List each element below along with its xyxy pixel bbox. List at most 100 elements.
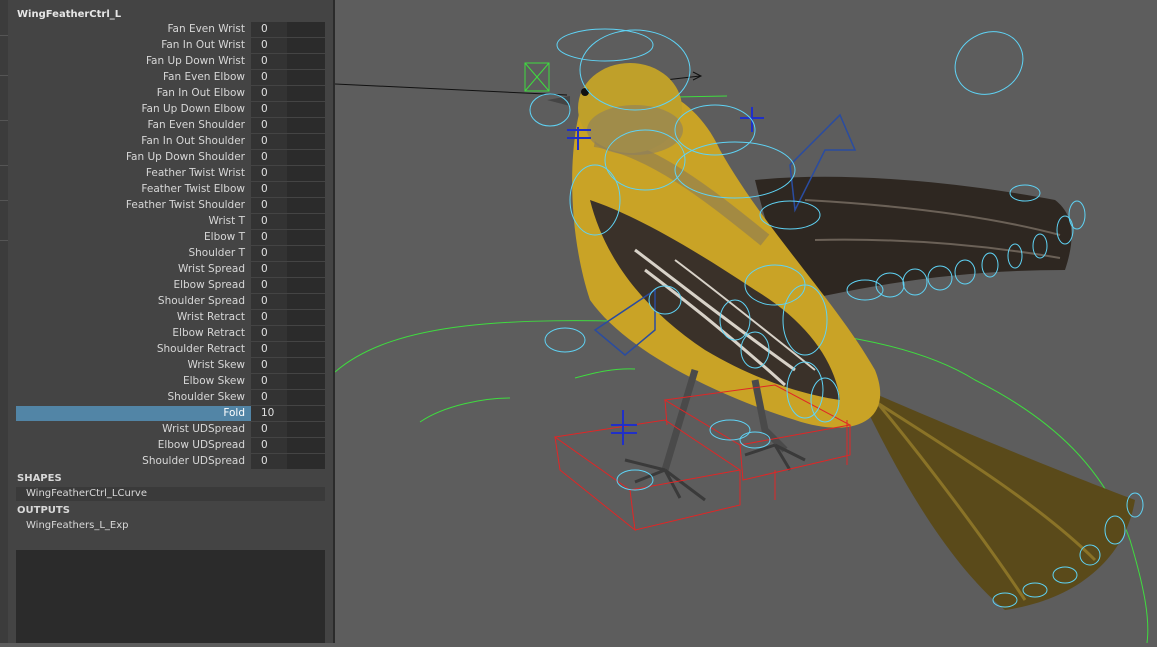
- attribute-value[interactable]: 0: [261, 55, 268, 67]
- attribute-label[interactable]: Feather Twist Shoulder: [126, 199, 245, 211]
- aim-line: [334, 83, 568, 96]
- attribute-value[interactable]: 0: [261, 263, 268, 275]
- outputs-node-item[interactable]: WingFeathers_L_Exp: [16, 519, 325, 533]
- attribute-row[interactable]: Fan In Out Shoulder 0: [8, 134, 333, 149]
- attribute-label[interactable]: Feather Twist Wrist: [146, 167, 245, 179]
- attribute-row[interactable]: Elbow Spread 0: [8, 278, 333, 293]
- attribute-label[interactable]: Fan In Out Shoulder: [141, 135, 245, 147]
- attribute-label[interactable]: Fan Up Down Wrist: [146, 55, 245, 67]
- attribute-label[interactable]: Elbow UDSpread: [158, 439, 245, 451]
- 3d-viewport[interactable]: [334, 0, 1157, 644]
- attribute-label[interactable]: Shoulder UDSpread: [142, 455, 245, 467]
- attribute-row[interactable]: Feather Twist Shoulder 0: [8, 198, 333, 213]
- attribute-value[interactable]: 0: [261, 119, 268, 131]
- attribute-value[interactable]: 0: [261, 71, 268, 83]
- attribute-label[interactable]: Shoulder Spread: [158, 295, 245, 307]
- shapes-node-label: WingFeatherCtrl_LCurve: [26, 488, 148, 499]
- ground-curve-small: [419, 397, 511, 423]
- attribute-label[interactable]: Fan Even Shoulder: [147, 119, 245, 131]
- attribute-value[interactable]: 0: [261, 359, 268, 371]
- attribute-row[interactable]: Fan Up Down Wrist 0: [8, 54, 333, 69]
- attribute-value[interactable]: 0: [261, 135, 268, 147]
- attribute-label[interactable]: Fan In Out Wrist: [161, 39, 245, 51]
- attribute-label[interactable]: Elbow Skew: [183, 375, 245, 387]
- attribute-label[interactable]: Fan Up Down Elbow: [141, 103, 245, 115]
- attribute-row[interactable]: Elbow UDSpread 0: [8, 438, 333, 453]
- attribute-label[interactable]: Wrist Spread: [178, 263, 245, 275]
- attribute-value[interactable]: 0: [261, 247, 268, 259]
- attribute-row[interactable]: Shoulder Skew 0: [8, 390, 333, 405]
- attribute-row[interactable]: Feather Twist Elbow 0: [8, 182, 333, 197]
- attribute-value[interactable]: 0: [261, 215, 268, 227]
- attribute-row[interactable]: Fan Up Down Elbow 0: [8, 102, 333, 117]
- attribute-row[interactable]: Wrist Spread 0: [8, 262, 333, 277]
- attribute-value[interactable]: 0: [261, 167, 268, 179]
- attribute-row[interactable]: Fan In Out Wrist 0: [8, 38, 333, 53]
- field-shade: [251, 150, 287, 165]
- attribute-row[interactable]: Elbow Skew 0: [8, 374, 333, 389]
- attribute-row[interactable]: Wrist Retract 0: [8, 310, 333, 325]
- attribute-label[interactable]: Shoulder T: [188, 247, 245, 259]
- attribute-row[interactable]: Fan Even Shoulder 0: [8, 118, 333, 133]
- attribute-row[interactable]: Wrist Skew 0: [8, 358, 333, 373]
- attribute-label[interactable]: Wrist UDSpread: [162, 423, 245, 435]
- attribute-value[interactable]: 0: [261, 151, 268, 163]
- field-shade: [251, 166, 287, 181]
- attribute-value[interactable]: 0: [261, 183, 268, 195]
- field-shade: [251, 86, 287, 101]
- attribute-value[interactable]: 0: [261, 231, 268, 243]
- attribute-value[interactable]: 0: [261, 375, 268, 387]
- attribute-value[interactable]: 0: [261, 103, 268, 115]
- shapes-heading: SHAPES: [17, 473, 62, 484]
- notes-box[interactable]: [16, 550, 325, 643]
- attribute-value[interactable]: 0: [261, 423, 268, 435]
- attribute-value[interactable]: 0: [261, 455, 268, 467]
- attribute-value[interactable]: 0: [261, 87, 268, 99]
- attribute-value[interactable]: 10: [261, 407, 274, 419]
- attribute-label[interactable]: Shoulder Retract: [157, 343, 245, 355]
- attribute-label[interactable]: Wrist Retract: [177, 311, 245, 323]
- attribute-label[interactable]: Fan Up Down Shoulder: [126, 151, 245, 163]
- attribute-value[interactable]: 0: [261, 295, 268, 307]
- attribute-label[interactable]: Fold: [223, 407, 245, 419]
- attribute-label[interactable]: Elbow T: [204, 231, 245, 243]
- attribute-value[interactable]: 0: [261, 391, 268, 403]
- attribute-value[interactable]: 0: [261, 39, 268, 51]
- attribute-value[interactable]: 0: [261, 311, 268, 323]
- attribute-row[interactable]: Fan In Out Elbow 0: [8, 86, 333, 101]
- toolbar-divider: [0, 165, 8, 166]
- attribute-value[interactable]: 0: [261, 439, 268, 451]
- attribute-value[interactable]: 0: [261, 343, 268, 355]
- attribute-value[interactable]: 0: [261, 327, 268, 339]
- attribute-row[interactable]: Elbow T 0: [8, 230, 333, 245]
- attribute-label[interactable]: Wrist T: [209, 215, 245, 227]
- attribute-row[interactable]: Shoulder UDSpread 0: [8, 454, 333, 469]
- attribute-label[interactable]: Feather Twist Elbow: [141, 183, 245, 195]
- attribute-value[interactable]: 0: [261, 199, 268, 211]
- attribute-row[interactable]: Feather Twist Wrist 0: [8, 166, 333, 181]
- attribute-row[interactable]: Wrist T 0: [8, 214, 333, 229]
- attribute-row[interactable]: Shoulder Spread 0: [8, 294, 333, 309]
- attribute-row[interactable]: Fold 10: [8, 406, 333, 421]
- attribute-row[interactable]: Fan Up Down Shoulder 0: [8, 150, 333, 165]
- attribute-row[interactable]: Fan Even Elbow 0: [8, 70, 333, 85]
- attribute-value[interactable]: 0: [261, 279, 268, 291]
- attribute-row[interactable]: Shoulder T 0: [8, 246, 333, 261]
- attribute-row[interactable]: Elbow Retract 0: [8, 326, 333, 341]
- attribute-label[interactable]: Shoulder Skew: [167, 391, 245, 403]
- attribute-row[interactable]: Shoulder Retract 0: [8, 342, 333, 357]
- attribute-row[interactable]: Wrist UDSpread 0: [8, 422, 333, 437]
- left-toolbar-edge: [0, 0, 8, 643]
- node-title: WingFeatherCtrl_L: [17, 9, 122, 20]
- attribute-value[interactable]: 0: [261, 23, 268, 35]
- attribute-label[interactable]: Fan Even Wrist: [167, 23, 245, 35]
- shapes-node-item[interactable]: WingFeatherCtrl_LCurve: [16, 487, 325, 501]
- attribute-label[interactable]: Wrist Skew: [188, 359, 246, 371]
- attribute-label[interactable]: Elbow Spread: [173, 279, 245, 291]
- attribute-row[interactable]: Fan Even Wrist 0: [8, 22, 333, 37]
- attribute-label[interactable]: Fan Even Elbow: [163, 71, 245, 83]
- attribute-label[interactable]: Elbow Retract: [172, 327, 245, 339]
- attribute-label[interactable]: Fan In Out Elbow: [157, 87, 245, 99]
- field-shade: [251, 342, 287, 357]
- field-shade: [251, 422, 287, 437]
